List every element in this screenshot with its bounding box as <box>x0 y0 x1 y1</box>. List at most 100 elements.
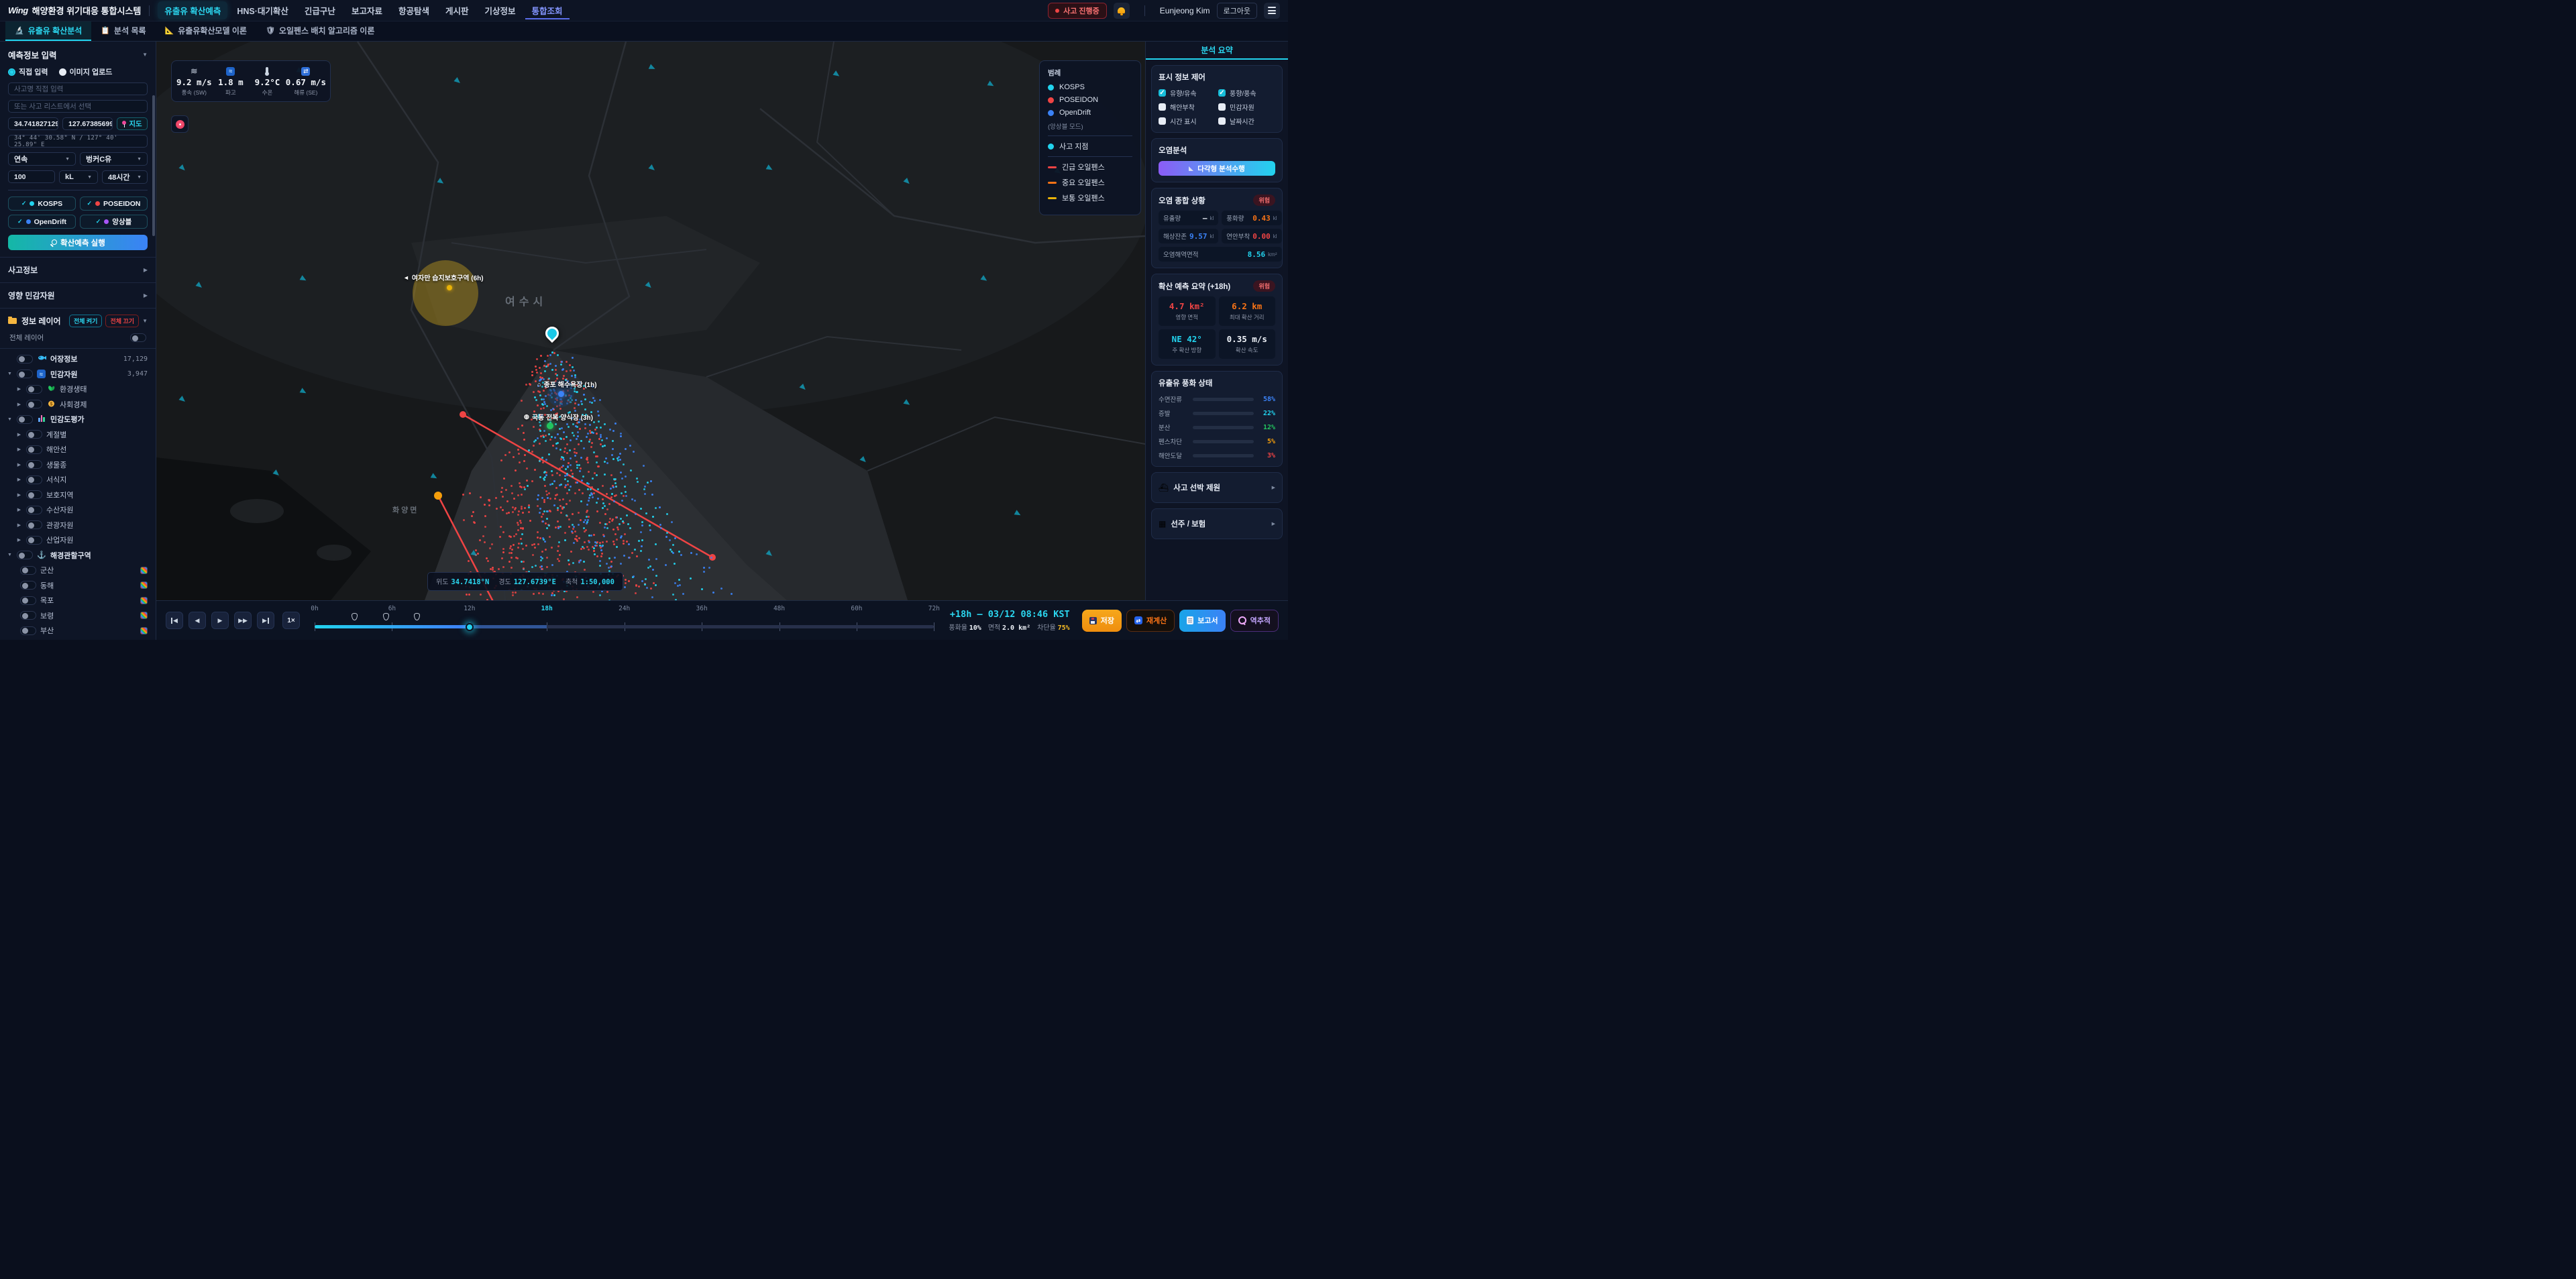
layer-toggle[interactable] <box>26 535 42 545</box>
layer-row-8[interactable]: ▶ 서식지 <box>0 472 156 488</box>
display-check-0[interactable]: ✓ 유향/유속 <box>1159 88 1216 98</box>
owner-insurance-card[interactable]: ▦ 선주 / 보험 ▶ <box>1151 508 1283 539</box>
sidebar-scrollbar[interactable] <box>152 95 155 236</box>
layer-row-0[interactable]: 어장정보 17,129 <box>0 351 156 367</box>
accordion-accident-info[interactable]: 사고정보 ▶ <box>0 257 156 282</box>
display-check-1[interactable]: ✓ 풍향/풍속 <box>1218 88 1275 98</box>
save-button[interactable]: 저장 <box>1081 609 1122 632</box>
accident-list-select[interactable]: 또는 사고 리스트에서 선택 <box>8 100 148 113</box>
layer-toggle[interactable] <box>26 430 42 439</box>
region-row-0[interactable]: 군산 <box>0 563 156 578</box>
play-button[interactable]: ▶ <box>211 612 229 629</box>
run-prediction-button[interactable]: 확산예측 실행 <box>8 235 148 250</box>
nav-item-7[interactable]: 통합조회 <box>525 1 570 19</box>
region-toggle[interactable] <box>20 581 36 590</box>
ship-spec-card[interactable]: ⛴ 사고 선박 제원 ▶ <box>1151 472 1283 503</box>
longitude-input[interactable]: 127.673856994 <box>62 117 113 130</box>
incident-status-badge[interactable]: 사고 진행중 <box>1048 2 1107 19</box>
duration-select[interactable]: 48시간 ▼ <box>102 170 148 184</box>
farm-dot[interactable] <box>547 423 553 429</box>
collapse-icon[interactable]: ▼ <box>142 52 148 58</box>
chevron-down-icon[interactable]: ▼ <box>7 553 13 557</box>
layer-row-9[interactable]: ▶ 보호지역 <box>0 488 156 503</box>
layer-style-icon[interactable] <box>140 596 148 604</box>
layer-row-2[interactable]: ▶ 환경생태 <box>0 382 156 397</box>
region-row-4[interactable]: 부산 <box>0 623 156 638</box>
display-check-3[interactable]: 민감자원 <box>1218 102 1275 112</box>
layer-style-icon[interactable] <box>140 612 148 620</box>
region-toggle[interactable] <box>20 611 36 620</box>
layer-toggle[interactable] <box>17 354 33 364</box>
beach-dot[interactable] <box>558 391 564 397</box>
model-chip-poseidon[interactable]: ✓ POSEIDON <box>80 197 148 211</box>
layer-row-11[interactable]: ▶ 관광자원 <box>0 518 156 533</box>
layer-style-icon[interactable] <box>140 566 148 574</box>
protected-area-dot[interactable] <box>447 285 452 290</box>
nav-item-3[interactable]: 보고자료 <box>345 1 389 19</box>
map-canvas[interactable]: 여수시 화양면 ◄ 여자만 습지보호구역 (6h) ⌂ 종포 해수욕장 (1h) <box>156 42 1145 600</box>
model-chip-kosps[interactable]: ✓ KOSPS <box>8 197 76 211</box>
chevron-right-icon[interactable]: ▶ <box>16 492 22 498</box>
chevron-right-icon[interactable]: ▶ <box>16 537 22 543</box>
chevron-right-icon[interactable]: ▶ <box>16 447 22 452</box>
display-check-2[interactable]: 해안부착 <box>1159 102 1216 112</box>
fast-forward-button[interactable]: ▶▶ <box>234 612 252 629</box>
chevron-right-icon[interactable]: ▶ <box>16 507 22 512</box>
amount-input[interactable]: 100 <box>8 170 55 183</box>
spill-type-select[interactable]: 연속 ▼ <box>8 152 76 166</box>
nav-item-1[interactable]: HNS·대기확산 <box>230 1 295 19</box>
nav-item-5[interactable]: 게시판 <box>439 1 476 19</box>
model-chip-앙상블[interactable]: ✓ 앙상블 <box>80 215 148 229</box>
all-layers-on-button[interactable]: 전체 켜기 <box>68 315 103 327</box>
region-toggle[interactable] <box>20 565 36 575</box>
skip-end-button[interactable]: ▶ <box>257 612 274 629</box>
layer-toggle[interactable] <box>26 505 42 514</box>
all-layers-toggle[interactable] <box>130 333 146 342</box>
farm-label[interactable]: ◍ 국동 전복 양식장 (3h) <box>524 412 593 422</box>
oil-type-select[interactable]: 벙커C유 ▼ <box>80 152 148 166</box>
radio-image-upload[interactable]: 이미지 업로드 <box>58 66 112 77</box>
layer-toggle[interactable] <box>17 414 33 424</box>
chevron-right-icon[interactable]: ▶ <box>16 522 22 528</box>
layer-row-10[interactable]: ▶ 수산자원 <box>0 502 156 518</box>
report-button[interactable]: 보고서 <box>1179 609 1226 632</box>
collapse-icon[interactable]: ▼ <box>142 318 148 324</box>
tab-1[interactable]: 📋 분석 목록 <box>91 21 155 41</box>
accordion-impact-resources[interactable]: 영향 민감자원 ▶ <box>0 282 156 308</box>
layer-toggle[interactable] <box>26 445 42 454</box>
fence-marker-icon[interactable] <box>382 613 389 620</box>
layer-toggle[interactable] <box>26 490 42 500</box>
all-layers-off-button[interactable]: 전체 끄기 <box>105 315 140 327</box>
region-row-5[interactable]: 부안 <box>0 638 156 641</box>
chevron-right-icon[interactable]: ▶ <box>16 462 22 467</box>
layer-toggle[interactable] <box>17 551 33 560</box>
tab-2[interactable]: 📐 유출유확산모델 이론 <box>156 21 256 41</box>
layer-toggle[interactable] <box>17 370 33 379</box>
beach-label[interactable]: ⌂ 종포 해수욕장 (1h) <box>537 379 597 390</box>
layer-row-12[interactable]: ▶ 산업자원 <box>0 533 156 548</box>
region-row-3[interactable]: 보령 <box>0 608 156 624</box>
region-row-1[interactable]: 동해 <box>0 578 156 594</box>
layer-row-7[interactable]: ▶ 생물종 <box>0 457 156 473</box>
chevron-down-icon[interactable]: ▼ <box>7 372 13 376</box>
nav-item-6[interactable]: 기상정보 <box>478 1 522 19</box>
model-chip-opendrift[interactable]: ✓ OpenDrift <box>8 215 76 229</box>
layer-toggle[interactable] <box>26 475 42 484</box>
playback-speed-button[interactable]: 1× <box>282 612 300 629</box>
layer-toggle[interactable] <box>26 384 42 394</box>
region-toggle[interactable] <box>20 596 36 605</box>
chevron-right-icon[interactable]: ▶ <box>16 432 22 437</box>
chevron-right-icon[interactable]: ▶ <box>16 386 22 392</box>
layer-toggle[interactable] <box>26 400 42 409</box>
notifications-button[interactable] <box>1113 2 1130 19</box>
layer-row-1[interactable]: ▼ ≈ 민감자원 3,947 <box>0 367 156 382</box>
step-back-button[interactable]: ◀ <box>189 612 206 629</box>
layer-row-3[interactable]: ▶ $ 사회경제 <box>0 397 156 412</box>
backtrack-button[interactable]: 역추적 <box>1230 609 1279 632</box>
protected-area-label[interactable]: ◄ 여자만 습지보호구역 (6h) <box>403 272 484 283</box>
fence-marker-icon[interactable] <box>352 613 358 620</box>
display-check-4[interactable]: 시간 표시 <box>1159 116 1216 126</box>
region-toggle[interactable] <box>20 626 36 635</box>
display-check-5[interactable]: 날짜시간 <box>1218 116 1275 126</box>
fence-marker-icon[interactable] <box>413 613 420 620</box>
